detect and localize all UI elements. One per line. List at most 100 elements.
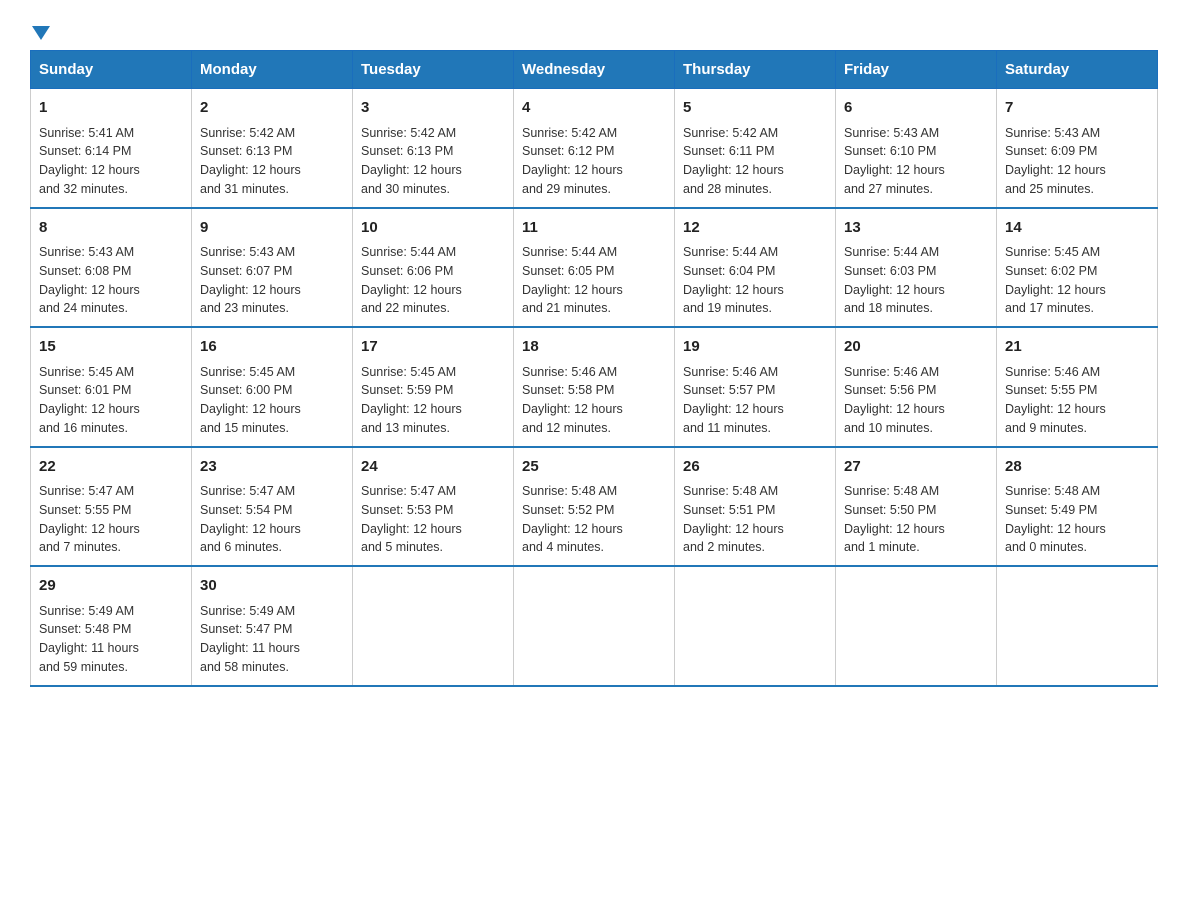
calendar-cell: 21Sunrise: 5:46 AMSunset: 5:55 PMDayligh… — [997, 327, 1158, 447]
calendar-cell — [836, 566, 997, 686]
day-info: Sunrise: 5:48 AMSunset: 5:49 PMDaylight:… — [1005, 482, 1149, 557]
day-info: Sunrise: 5:49 AMSunset: 5:48 PMDaylight:… — [39, 602, 183, 677]
calendar-cell: 28 Sunrise: 5:48 AMSunset: 5:49 PMDayligh… — [997, 447, 1158, 567]
calendar-cell: 3 Sunrise: 5:42 AMSunset: 6:13 PMDaylight… — [353, 89, 514, 208]
day-info: Sunrise: 5:47 AMSunset: 5:55 PMDaylight:… — [39, 482, 183, 557]
calendar-cell: 9 Sunrise: 5:43 AMSunset: 6:07 PMDaylight… — [192, 208, 353, 328]
day-number: 5 — [683, 97, 827, 120]
day-info: Sunrise: 5:47 AMSunset: 5:54 PMDaylight:… — [200, 482, 344, 557]
calendar-cell: 8 Sunrise: 5:43 AMSunset: 6:08 PMDaylight… — [31, 208, 192, 328]
calendar-cell: 5 Sunrise: 5:42 AMSunset: 6:11 PMDaylight… — [675, 89, 836, 208]
day-info: Sunrise: 5:45 AMSunset: 6:01 PMDaylight:… — [39, 363, 183, 438]
day-info: Sunrise: 5:49 AMSunset: 5:47 PMDaylight:… — [200, 602, 344, 677]
calendar-week-row: 8 Sunrise: 5:43 AMSunset: 6:08 PMDaylight… — [31, 208, 1158, 328]
column-header-wednesday: Wednesday — [514, 51, 675, 89]
day-number: 13 — [844, 217, 988, 240]
calendar-cell: 4 Sunrise: 5:42 AMSunset: 6:12 PMDaylight… — [514, 89, 675, 208]
day-info: Sunrise: 5:48 AMSunset: 5:52 PMDaylight:… — [522, 482, 666, 557]
day-info: Sunrise: 5:44 AMSunset: 6:03 PMDaylight:… — [844, 243, 988, 318]
day-info: Sunrise: 5:43 AMSunset: 6:08 PMDaylight:… — [39, 243, 183, 318]
calendar-cell: 17 Sunrise: 5:45 AMSunset: 5:59 PMDayligh… — [353, 327, 514, 447]
day-info: Sunrise: 5:42 AMSunset: 6:13 PMDaylight:… — [361, 124, 505, 199]
calendar-cell: 15 Sunrise: 5:45 AMSunset: 6:01 PMDayligh… — [31, 327, 192, 447]
day-number: 1 — [39, 97, 183, 120]
day-info: Sunrise: 5:44 AMSunset: 6:05 PMDaylight:… — [522, 243, 666, 318]
calendar-cell: 26 Sunrise: 5:48 AMSunset: 5:51 PMDayligh… — [675, 447, 836, 567]
day-number: 2 — [200, 97, 344, 120]
day-number: 6 — [844, 97, 988, 120]
calendar-table: SundayMondayTuesdayWednesdayThursdayFrid… — [30, 50, 1158, 687]
day-info: Sunrise: 5:46 AMSunset: 5:55 PMDaylight:… — [1005, 363, 1149, 438]
day-number: 22 — [39, 456, 183, 479]
day-number: 30 — [200, 575, 344, 598]
day-info: Sunrise: 5:48 AMSunset: 5:51 PMDaylight:… — [683, 482, 827, 557]
day-number: 12 — [683, 217, 827, 240]
day-number: 11 — [522, 217, 666, 240]
calendar-cell: 16 Sunrise: 5:45 AMSunset: 6:00 PMDayligh… — [192, 327, 353, 447]
column-header-monday: Monday — [192, 51, 353, 89]
day-info: Sunrise: 5:44 AMSunset: 6:04 PMDaylight:… — [683, 243, 827, 318]
day-info: Sunrise: 5:42 AMSunset: 6:12 PMDaylight:… — [522, 124, 666, 199]
column-header-thursday: Thursday — [675, 51, 836, 89]
calendar-cell: 6 Sunrise: 5:43 AMSunset: 6:10 PMDaylight… — [836, 89, 997, 208]
calendar-cell: 24 Sunrise: 5:47 AMSunset: 5:53 PMDayligh… — [353, 447, 514, 567]
calendar-cell — [514, 566, 675, 686]
day-info: Sunrise: 5:42 AMSunset: 6:11 PMDaylight:… — [683, 124, 827, 199]
day-number: 18 — [522, 336, 666, 359]
day-info: Sunrise: 5:44 AMSunset: 6:06 PMDaylight:… — [361, 243, 505, 318]
day-info: Sunrise: 5:46 AMSunset: 5:58 PMDaylight:… — [522, 363, 666, 438]
day-number: 9 — [200, 217, 344, 240]
calendar-cell: 19Sunrise: 5:46 AMSunset: 5:57 PMDayligh… — [675, 327, 836, 447]
day-number: 15 — [39, 336, 183, 359]
day-info: Sunrise: 5:46 AMSunset: 5:56 PMDaylight:… — [844, 363, 988, 438]
calendar-week-row: 1 Sunrise: 5:41 AMSunset: 6:14 PMDaylight… — [31, 89, 1158, 208]
day-number: 26 — [683, 456, 827, 479]
day-number: 14 — [1005, 217, 1149, 240]
day-info: Sunrise: 5:43 AMSunset: 6:07 PMDaylight:… — [200, 243, 344, 318]
day-info: Sunrise: 5:45 AMSunset: 6:02 PMDaylight:… — [1005, 243, 1149, 318]
calendar-cell: 25 Sunrise: 5:48 AMSunset: 5:52 PMDayligh… — [514, 447, 675, 567]
day-number: 24 — [361, 456, 505, 479]
calendar-cell: 14 Sunrise: 5:45 AMSunset: 6:02 PMDayligh… — [997, 208, 1158, 328]
day-number: 8 — [39, 217, 183, 240]
calendar-cell: 13 Sunrise: 5:44 AMSunset: 6:03 PMDayligh… — [836, 208, 997, 328]
calendar-cell: 2 Sunrise: 5:42 AMSunset: 6:13 PMDaylight… — [192, 89, 353, 208]
calendar-cell: 10 Sunrise: 5:44 AMSunset: 6:06 PMDayligh… — [353, 208, 514, 328]
calendar-cell: 11 Sunrise: 5:44 AMSunset: 6:05 PMDayligh… — [514, 208, 675, 328]
day-number: 23 — [200, 456, 344, 479]
day-number: 17 — [361, 336, 505, 359]
day-info: Sunrise: 5:45 AMSunset: 5:59 PMDaylight:… — [361, 363, 505, 438]
calendar-cell: 23 Sunrise: 5:47 AMSunset: 5:54 PMDayligh… — [192, 447, 353, 567]
day-info: Sunrise: 5:43 AMSunset: 6:09 PMDaylight:… — [1005, 124, 1149, 199]
day-info: Sunrise: 5:48 AMSunset: 5:50 PMDaylight:… — [844, 482, 988, 557]
day-number: 19 — [683, 336, 827, 359]
calendar-week-row: 29Sunrise: 5:49 AMSunset: 5:48 PMDayligh… — [31, 566, 1158, 686]
calendar-cell: 22 Sunrise: 5:47 AMSunset: 5:55 PMDayligh… — [31, 447, 192, 567]
day-info: Sunrise: 5:47 AMSunset: 5:53 PMDaylight:… — [361, 482, 505, 557]
calendar-cell: 18 Sunrise: 5:46 AMSunset: 5:58 PMDayligh… — [514, 327, 675, 447]
calendar-cell — [353, 566, 514, 686]
day-info: Sunrise: 5:43 AMSunset: 6:10 PMDaylight:… — [844, 124, 988, 199]
day-number: 3 — [361, 97, 505, 120]
calendar-cell: 12 Sunrise: 5:44 AMSunset: 6:04 PMDayligh… — [675, 208, 836, 328]
day-info: Sunrise: 5:42 AMSunset: 6:13 PMDaylight:… — [200, 124, 344, 199]
day-number: 25 — [522, 456, 666, 479]
calendar-cell — [997, 566, 1158, 686]
calendar-cell: 30 Sunrise: 5:49 AMSunset: 5:47 PMDayligh… — [192, 566, 353, 686]
logo — [30, 20, 50, 40]
day-number: 4 — [522, 97, 666, 120]
day-info: Sunrise: 5:45 AMSunset: 6:00 PMDaylight:… — [200, 363, 344, 438]
calendar-week-row: 22 Sunrise: 5:47 AMSunset: 5:55 PMDayligh… — [31, 447, 1158, 567]
day-number: 7 — [1005, 97, 1149, 120]
day-number: 20 — [844, 336, 988, 359]
day-info: Sunrise: 5:41 AMSunset: 6:14 PMDaylight:… — [39, 124, 183, 199]
column-header-saturday: Saturday — [997, 51, 1158, 89]
calendar-cell: 29Sunrise: 5:49 AMSunset: 5:48 PMDayligh… — [31, 566, 192, 686]
day-number: 10 — [361, 217, 505, 240]
calendar-cell — [675, 566, 836, 686]
day-number: 28 — [1005, 456, 1149, 479]
logo-arrow-icon — [32, 26, 50, 40]
calendar-week-row: 15 Sunrise: 5:45 AMSunset: 6:01 PMDayligh… — [31, 327, 1158, 447]
column-header-tuesday: Tuesday — [353, 51, 514, 89]
day-number: 16 — [200, 336, 344, 359]
